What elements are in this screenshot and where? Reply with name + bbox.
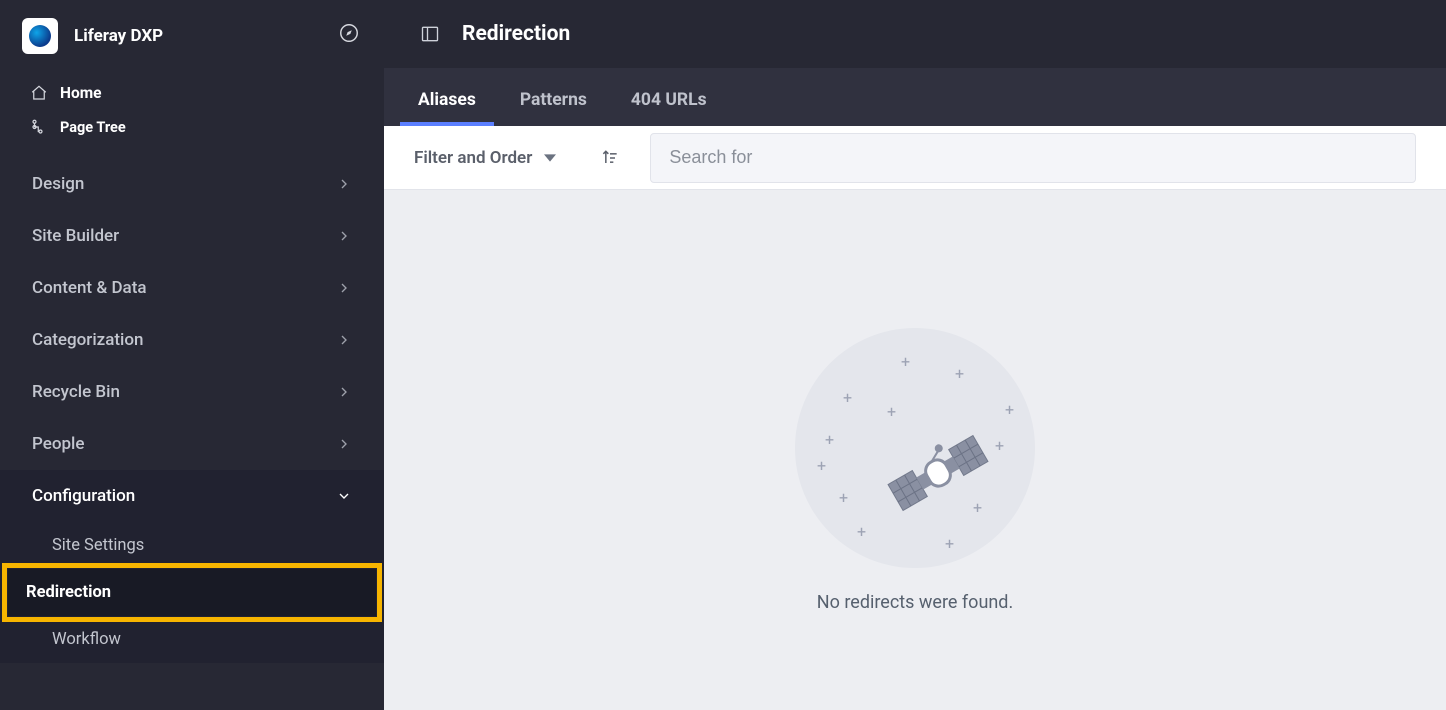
nav-item-categorization[interactable]: Categorization bbox=[0, 314, 384, 366]
nav-group: Design Site Builder Content & Data Categ… bbox=[0, 152, 384, 669]
home-link[interactable]: Home bbox=[0, 76, 384, 110]
nav-item-recycle-bin[interactable]: Recycle Bin bbox=[0, 366, 384, 418]
satellite-icon bbox=[883, 428, 993, 518]
toolbar: Filter and Order bbox=[384, 126, 1446, 190]
product-logo[interactable] bbox=[22, 18, 58, 54]
filter-order-label: Filter and Order bbox=[414, 148, 532, 168]
nav-item-people[interactable]: People bbox=[0, 418, 384, 470]
home-icon bbox=[30, 84, 48, 102]
nav-item-site-builder[interactable]: Site Builder bbox=[0, 210, 384, 262]
search-input[interactable] bbox=[650, 133, 1416, 183]
panel-toggle-icon[interactable] bbox=[420, 24, 440, 44]
nav-item-design[interactable]: Design bbox=[0, 158, 384, 210]
subnav-item-redirection[interactable]: Redirection bbox=[0, 569, 384, 616]
sort-button[interactable] bbox=[600, 148, 620, 168]
page-tree-link[interactable]: Page Tree bbox=[0, 110, 384, 144]
tab-patterns[interactable]: Patterns bbox=[516, 74, 591, 126]
search-wrap bbox=[650, 133, 1416, 183]
nav-item-label: Configuration bbox=[32, 486, 135, 506]
compass-icon bbox=[338, 22, 360, 44]
subnav-item-label: Workflow bbox=[52, 630, 121, 649]
chevron-right-icon bbox=[336, 228, 352, 244]
caret-down-icon bbox=[544, 152, 556, 164]
subnav-configuration: Site Settings Redirection Workflow bbox=[0, 522, 384, 663]
empty-illustration: + + + + + + + + + + + + bbox=[795, 328, 1035, 568]
empty-message: No redirects were found. bbox=[817, 592, 1013, 613]
home-link-label: Home bbox=[60, 84, 102, 102]
subnav-item-workflow[interactable]: Workflow bbox=[0, 616, 384, 663]
chevron-right-icon bbox=[336, 280, 352, 296]
subnav-item-label: Redirection bbox=[26, 583, 111, 602]
empty-state: + + + + + + + + + + + + bbox=[384, 190, 1446, 710]
tab-label: 404 URLs bbox=[631, 90, 707, 110]
nav-item-label: Content & Data bbox=[32, 278, 147, 298]
chevron-right-icon bbox=[336, 384, 352, 400]
chevron-right-icon bbox=[336, 332, 352, 348]
nav-item-label: Categorization bbox=[32, 330, 143, 350]
chevron-right-icon bbox=[336, 176, 352, 192]
tabbar: Aliases Patterns 404 URLs bbox=[384, 68, 1446, 126]
sidebar: Liferay DXP Home Page Tree Design Site B… bbox=[0, 0, 384, 710]
product-name: Liferay DXP bbox=[74, 26, 163, 46]
chevron-down-icon bbox=[336, 488, 352, 504]
quicklinks: Home Page Tree bbox=[0, 72, 384, 152]
tab-404-urls[interactable]: 404 URLs bbox=[627, 74, 711, 126]
nav-item-configuration[interactable]: Configuration bbox=[0, 470, 384, 522]
tab-aliases[interactable]: Aliases bbox=[414, 74, 480, 126]
compass-button[interactable] bbox=[338, 22, 360, 44]
nav-item-label: Site Builder bbox=[32, 226, 119, 246]
tab-label: Patterns bbox=[520, 90, 587, 110]
chevron-right-icon bbox=[336, 436, 352, 452]
filter-order-button[interactable]: Filter and Order bbox=[414, 148, 556, 168]
subnav-item-site-settings[interactable]: Site Settings bbox=[0, 522, 384, 569]
subnav-item-label: Site Settings bbox=[52, 536, 144, 555]
page-title: Redirection bbox=[462, 22, 570, 46]
tab-label: Aliases bbox=[418, 90, 476, 110]
nav-item-label: Design bbox=[32, 174, 84, 194]
nav-item-label: People bbox=[32, 434, 85, 454]
page-tree-link-label: Page Tree bbox=[60, 119, 126, 136]
sidebar-header: Liferay DXP bbox=[0, 0, 384, 72]
titlebar: Redirection bbox=[384, 0, 1446, 68]
main: Redirection Aliases Patterns 404 URLs Fi… bbox=[384, 0, 1446, 710]
sort-icon bbox=[600, 148, 620, 168]
page-tree-icon bbox=[30, 118, 48, 136]
nav-item-label: Recycle Bin bbox=[32, 382, 120, 402]
nav-item-content-data[interactable]: Content & Data bbox=[0, 262, 384, 314]
